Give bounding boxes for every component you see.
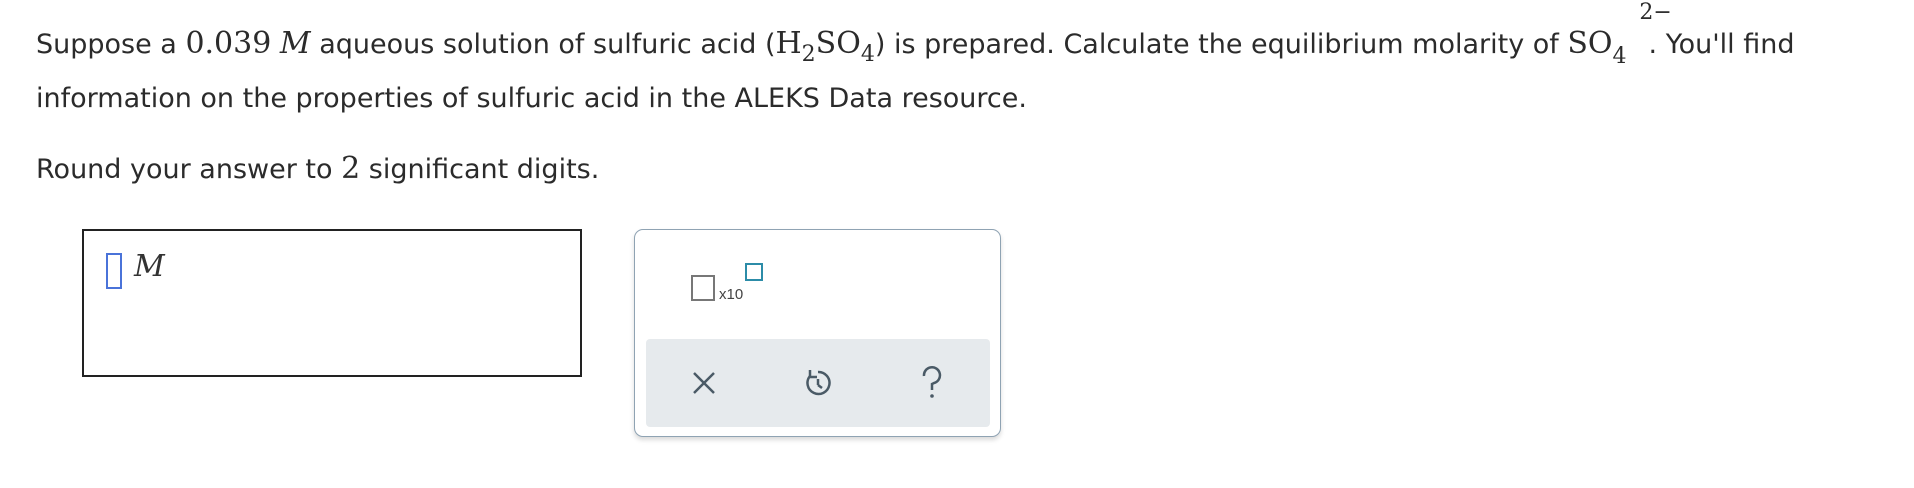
formula-so-subscript: 4 xyxy=(860,42,875,67)
help-button[interactable] xyxy=(910,361,954,405)
answer-unit: M xyxy=(134,249,165,284)
molarity-unit: M xyxy=(279,26,311,61)
question-paragraph-1: Suppose a 0.039 M aqueous solution of su… xyxy=(36,2,1896,125)
ion-so: SO xyxy=(1567,26,1613,61)
question-paragraph-2: Round your answer to 2 significant digit… xyxy=(36,143,1896,196)
undo-button[interactable] xyxy=(796,361,840,405)
question-text-part: significant digits. xyxy=(360,154,600,185)
action-bar xyxy=(646,339,990,427)
answer-toolbox: x10 xyxy=(634,229,1001,437)
formula-h: H xyxy=(775,26,802,61)
sulfate-ion: SO4 2− xyxy=(1567,2,1671,73)
close-icon xyxy=(693,372,715,394)
question-text-part: aqueous solution of sulfuric acid ( xyxy=(310,29,776,60)
answer-input-box[interactable]: M xyxy=(82,229,582,377)
sig-figs-value: 2 xyxy=(341,151,361,186)
times-ten-label: x10 xyxy=(719,286,744,303)
formula-h-subscript: 2 xyxy=(801,42,816,67)
ion-charge: 2− xyxy=(1639,0,1672,25)
ion-subscript: 4 xyxy=(1612,44,1627,69)
undo-icon xyxy=(806,370,831,396)
help-icon xyxy=(922,366,942,398)
question-text-part: Round your answer to xyxy=(36,154,342,185)
question-text-part: ) is prepared. Calculate the equilibrium… xyxy=(874,29,1568,60)
base-placeholder-icon xyxy=(691,275,715,301)
scientific-notation-button[interactable]: x10 xyxy=(663,230,763,303)
answer-input-slot[interactable] xyxy=(106,253,122,289)
concentration-value: 0.039 xyxy=(185,26,272,61)
exponent-placeholder-icon xyxy=(745,263,763,281)
formula-so: SO xyxy=(815,26,861,61)
question-text-part: Suppose a xyxy=(36,29,186,60)
clear-button[interactable] xyxy=(682,361,726,405)
question-text: Suppose a 0.039 M aqueous solution of su… xyxy=(36,2,1896,196)
